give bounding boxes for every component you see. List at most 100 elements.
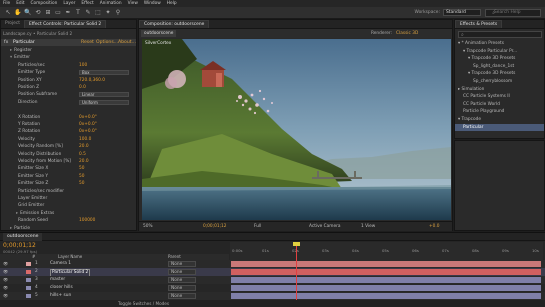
menu-item-window[interactable]: Window [144,1,161,6]
effect-param-row[interactable]: ▸ Emission Extras [1,210,136,217]
effect-param-row[interactable]: ▸ Register [1,47,136,54]
effect-options-link[interactable]: Options... [96,40,118,45]
tool-icon-9[interactable]: ⬚ [94,9,102,17]
fx-toggle-icon[interactable]: fx [4,40,8,45]
param-value[interactable]: 0x+0.0° [79,114,97,121]
magnification-select[interactable]: 50% [143,224,153,229]
preset-tree-item[interactable]: Sp_light_dance_1st [455,63,544,70]
param-dropdown[interactable]: Uniform [79,99,129,105]
tab-project[interactable]: Project [1,20,24,28]
param-value[interactable]: 100 [79,62,87,69]
param-value[interactable]: 50 [79,165,84,172]
effect-param-row[interactable]: Position Subframe Linear [1,91,136,98]
layer-color-label[interactable] [26,270,31,274]
effect-param-row[interactable]: Y Rotation 0x+0.0° [1,121,136,128]
tool-icon-6[interactable]: ✒ [64,9,72,17]
preset-tree-item[interactable]: ▾ Trapcode 3D Presets [455,70,544,77]
effect-param-row[interactable] [1,106,136,113]
twirl-icon[interactable]: ▸ [10,48,12,53]
tool-icon-1[interactable]: ✋ [14,9,22,17]
visibility-eye-icon[interactable]: 👁 [3,284,8,292]
param-dropdown[interactable]: Box [79,70,129,76]
layer-name[interactable]: hills+ sun [50,292,71,300]
comp-subtab[interactable]: outdoorscene [141,30,177,37]
tool-icon-10[interactable]: ✦ [104,9,112,17]
menu-item-file[interactable]: File [3,1,10,6]
view-layout-select[interactable]: 1 View [361,224,375,229]
preset-tree-item[interactable]: ▸ Simulation [455,86,544,93]
layer-duration-bar[interactable] [231,269,541,275]
param-dropdown[interactable]: Linear [79,92,129,98]
param-value[interactable]: 20.0 [79,158,89,165]
layer-name[interactable]: Camera 1 [50,260,71,268]
effect-param-row[interactable]: Grid Emitter [1,202,136,209]
effect-param-row[interactable]: Direction Uniform [1,99,136,106]
effect-param-row[interactable]: Emitter Size Y 50 [1,173,136,180]
effect-param-row[interactable]: X Rotation 0x+0.0° [1,114,136,121]
twirl-icon[interactable]: ▾ [10,55,12,60]
effect-param-row[interactable]: Velocity from Motion [%] 20.0 [1,158,136,165]
visibility-eye-icon[interactable]: 👁 [3,292,8,300]
tab-effect-controls[interactable]: Effect Controls: Particular Solid 2 [24,20,107,28]
param-value[interactable]: 0.0 [79,84,86,91]
effect-param-row[interactable]: ▸ Particle [1,225,136,232]
preset-tree-item[interactable]: ▾ Trapcode [455,116,544,123]
menu-item-help[interactable]: Help [167,1,177,6]
layer-duration-bar[interactable] [231,277,541,283]
tool-icon-3[interactable]: ⟲ [34,9,42,17]
tool-icon-2[interactable]: 🔍 [24,9,32,17]
timeline-layer-row[interactable]: 👁 3 master None [0,276,545,284]
menu-item-view[interactable]: View [128,1,138,6]
layer-duration-bar[interactable] [231,293,541,299]
effect-param-row[interactable]: Emitter Size X 50 [1,165,136,172]
effect-param-row[interactable]: Layer Emitter [1,195,136,202]
effect-about-link[interactable]: About... [118,40,136,45]
menu-item-layer[interactable]: Layer [63,1,75,6]
preset-tree-item[interactable]: ▾ Trapcode 3D Presets [455,55,544,62]
time-ruler[interactable]: 0:00s01s02s03s04s05s06s07s08s09s10s [230,242,543,260]
param-value[interactable]: 100000 [79,217,95,224]
effect-param-row[interactable]: Particles/sec 100 [1,62,136,69]
timeline-layer-row[interactable]: 👁 5 hills+ sun None [0,292,545,300]
layer-color-label[interactable] [26,278,31,282]
timeline-layer-row[interactable]: 👁 2 Particular Solid 2 None [0,268,545,277]
menu-item-animation[interactable]: Animation [100,1,122,6]
presets-search-input[interactable]: ⌕ [458,31,542,38]
layer-color-label[interactable] [26,286,31,290]
param-value[interactable]: 720.0,360.0 [79,77,105,84]
param-value[interactable]: 100.0 [79,136,91,143]
layer-duration-bar[interactable] [231,261,541,267]
playhead-handle[interactable] [293,242,300,246]
param-value[interactable]: 0x+0.0° [79,128,97,135]
menu-item-edit[interactable]: Edit [16,1,24,6]
tab-composition[interactable]: Composition: outdoorscene [139,20,210,28]
effect-reset-link[interactable]: Reset [81,40,94,45]
timeline-layer-row[interactable]: 👁 4 closer hills None [0,284,545,292]
exposure-value[interactable]: +0.0 [429,224,439,229]
preset-tree-item[interactable]: CC Particle World [455,101,544,108]
parent-select[interactable]: None [168,277,196,283]
layer-duration-bar[interactable] [231,285,541,291]
layer-name[interactable]: closer hills [50,284,73,292]
effect-param-row[interactable]: Position Z 0.0 [1,84,136,91]
layer-color-label[interactable] [26,262,31,266]
parent-select[interactable]: None [168,261,196,267]
tab-effects-presets[interactable]: Effects & Presets [455,20,503,28]
effect-param-row[interactable]: ▾ Emitter [1,54,136,61]
toggle-switches-modes[interactable]: Toggle Switches / Modes [118,301,169,306]
workspace-select[interactable]: Standard [443,9,481,16]
camera-select[interactable]: Active Camera [309,224,341,229]
preset-tree-item[interactable]: CC Particle Systems II [455,93,544,100]
effect-param-row[interactable]: Emitter Type Box [1,69,136,76]
param-value[interactable]: 50 [79,180,84,187]
twirl-icon[interactable]: ▸ [10,226,12,231]
twirl-icon[interactable]: ▸ [16,211,18,216]
tool-icon-5[interactable]: ▭ [54,9,62,17]
param-value[interactable]: 0.5 [79,151,86,158]
tool-icon-11[interactable]: ⚲ [114,9,122,17]
tool-icon-0[interactable]: ↖ [4,9,12,17]
param-value[interactable]: 50 [79,173,84,180]
effect-param-row[interactable]: Random Seed 100000 [1,217,136,224]
parent-select[interactable]: None [168,293,196,299]
param-value[interactable]: 20.0 [79,143,89,150]
